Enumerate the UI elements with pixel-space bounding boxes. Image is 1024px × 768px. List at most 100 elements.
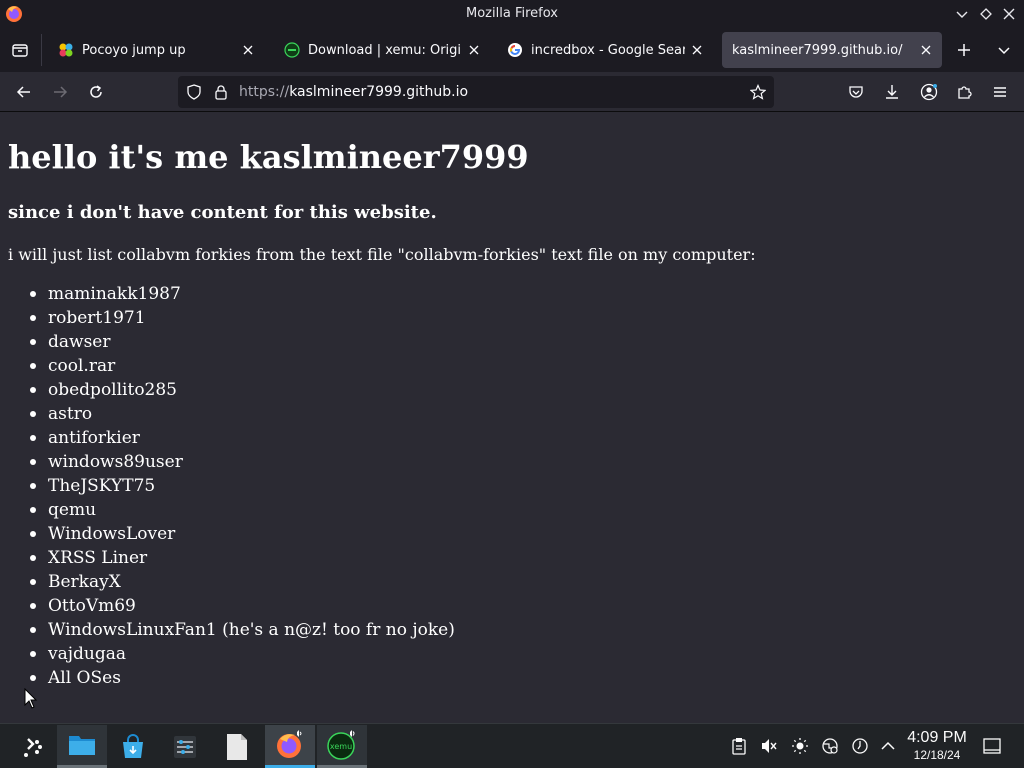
bullet-icon — [30, 411, 36, 417]
bullet-icon — [30, 555, 36, 561]
volume-muted-icon[interactable] — [759, 736, 779, 756]
list-item: TheJSKYT75 — [30, 474, 455, 498]
list-item: vajdugaa — [30, 642, 455, 666]
forkie-name: astro — [48, 404, 93, 424]
list-item: OttoVm69 — [30, 594, 455, 618]
close-tab-icon[interactable] — [689, 42, 705, 58]
xemu-favicon-icon — [284, 42, 300, 58]
file-manager-task[interactable] — [57, 725, 107, 768]
list-item: cool.rar — [30, 354, 455, 378]
google-favicon-icon — [507, 42, 523, 58]
bullet-icon — [30, 675, 36, 681]
app-launcher-button[interactable] — [8, 725, 58, 768]
forkie-name: qemu — [48, 500, 97, 520]
bullet-icon — [30, 339, 36, 345]
navigation-toolbar: https://kaslmineer7999.github.io — [0, 72, 1024, 112]
list-item: robert1971 — [30, 306, 455, 330]
list-item: antiforkier — [30, 426, 455, 450]
list-item: obedpollito285 — [30, 378, 455, 402]
updates-icon[interactable] — [850, 736, 870, 756]
bullet-icon — [30, 627, 36, 633]
system-settings-task[interactable] — [160, 725, 210, 768]
close-tab-icon[interactable] — [240, 42, 256, 58]
forkie-name: TheJSKYT75 — [48, 476, 156, 496]
list-item: WindowsLover — [30, 522, 455, 546]
list-item: BerkayX — [30, 570, 455, 594]
new-tab-button[interactable] — [952, 38, 976, 62]
intro-text: i will just list collabvm forkies from t… — [8, 245, 756, 264]
address-bar[interactable]: https://kaslmineer7999.github.io — [178, 76, 774, 108]
forkie-name: robert1971 — [48, 308, 146, 328]
discover-store-task[interactable] — [108, 725, 158, 768]
list-item: All OSes — [30, 666, 455, 690]
bullet-icon — [30, 387, 36, 393]
url-host: kaslmineer7999.github.io — [289, 84, 469, 100]
list-item: WindowsLinuxFan1 (he's a n@z! too fr no … — [30, 618, 455, 642]
tab-pocoyo[interactable]: Pocoyo jump up — [50, 32, 264, 68]
clock-date: 12/18/24 — [913, 748, 961, 762]
list-all-tabs-button[interactable] — [992, 38, 1016, 62]
tab-label: incredbox - Google Search — [531, 42, 685, 58]
page-subheading: since i don't have content for this webs… — [8, 202, 437, 223]
forkie-name: WindowsLover — [48, 524, 176, 544]
list-item: dawser — [30, 330, 455, 354]
forward-button[interactable] — [48, 80, 72, 104]
clock-time: 4:09 PM — [907, 729, 967, 746]
show-hidden-icons-button[interactable] — [878, 736, 898, 756]
tab-label: Download | xemu: Original — [308, 42, 462, 58]
xemu-task[interactable]: xemu — [317, 725, 367, 768]
close-window-button[interactable] — [999, 4, 1019, 24]
list-item: astro — [30, 402, 455, 426]
web-page-content: hello it's me kaslmineer7999 since i don… — [0, 113, 1024, 723]
forkie-name: All OSes — [48, 668, 121, 688]
bullet-icon — [30, 363, 36, 369]
reload-button[interactable] — [84, 80, 108, 104]
firefox-view-button[interactable] — [8, 38, 32, 62]
network-icon[interactable] — [820, 736, 840, 756]
app-menu-button[interactable] — [988, 80, 1012, 104]
clipboard-icon[interactable] — [729, 736, 749, 756]
bullet-icon — [30, 531, 36, 537]
firefox-task[interactable] — [265, 725, 315, 768]
tracking-protection-shield-icon[interactable] — [186, 84, 202, 100]
close-tab-icon[interactable] — [918, 42, 934, 58]
bullet-icon — [30, 651, 36, 657]
list-item: qemu — [30, 498, 455, 522]
mouse-pointer-icon — [24, 687, 38, 710]
tab-google-search[interactable]: incredbox - Google Search — [499, 32, 713, 68]
show-desktop-button[interactable] — [982, 736, 1002, 756]
tab-label: kaslmineer7999.github.io/ — [732, 42, 903, 58]
maximize-button[interactable] — [976, 4, 996, 24]
forkie-name: XRSS Liner — [48, 548, 148, 568]
window-titlebar: Mozilla Firefox — [0, 0, 1024, 28]
tab-xemu-download[interactable]: Download | xemu: Original — [276, 32, 490, 68]
pocoyo-favicon-icon — [58, 42, 74, 58]
lock-icon[interactable] — [213, 84, 229, 100]
page-heading: hello it's me kaslmineer7999 — [8, 138, 529, 176]
digital-clock[interactable]: 4:09 PM 12/18/24 — [900, 728, 974, 766]
back-button[interactable] — [12, 80, 36, 104]
bullet-icon — [30, 603, 36, 609]
close-tab-icon[interactable] — [466, 42, 482, 58]
extensions-button[interactable] — [952, 80, 976, 104]
forkie-name: WindowsLinuxFan1 (he's a n@z! too fr no … — [48, 620, 455, 640]
text-file-task[interactable] — [212, 725, 262, 768]
account-button[interactable] — [917, 80, 941, 104]
pocket-button[interactable] — [844, 80, 868, 104]
downloads-button[interactable] — [880, 80, 904, 104]
window-title: Mozilla Firefox — [466, 6, 558, 21]
tab-strip: Pocoyo jump up Download | xemu: Original… — [0, 28, 1024, 72]
forkie-name: OttoVm69 — [48, 596, 136, 616]
list-item: XRSS Liner — [30, 546, 455, 570]
forkie-name: obedpollito285 — [48, 380, 178, 400]
minimize-button[interactable] — [952, 4, 972, 24]
forkie-name: BerkayX — [48, 572, 121, 592]
brightness-icon[interactable] — [790, 736, 810, 756]
tab-label: Pocoyo jump up — [82, 42, 186, 58]
forkie-name: antiforkier — [48, 428, 140, 448]
bullet-icon — [30, 483, 36, 489]
bookmark-star-icon[interactable] — [750, 84, 766, 100]
tab-kaslmineer-site[interactable]: kaslmineer7999.github.io/ — [722, 32, 942, 68]
url-text[interactable]: https://kaslmineer7999.github.io — [239, 76, 468, 108]
svg-text:xemu: xemu — [330, 742, 352, 751]
